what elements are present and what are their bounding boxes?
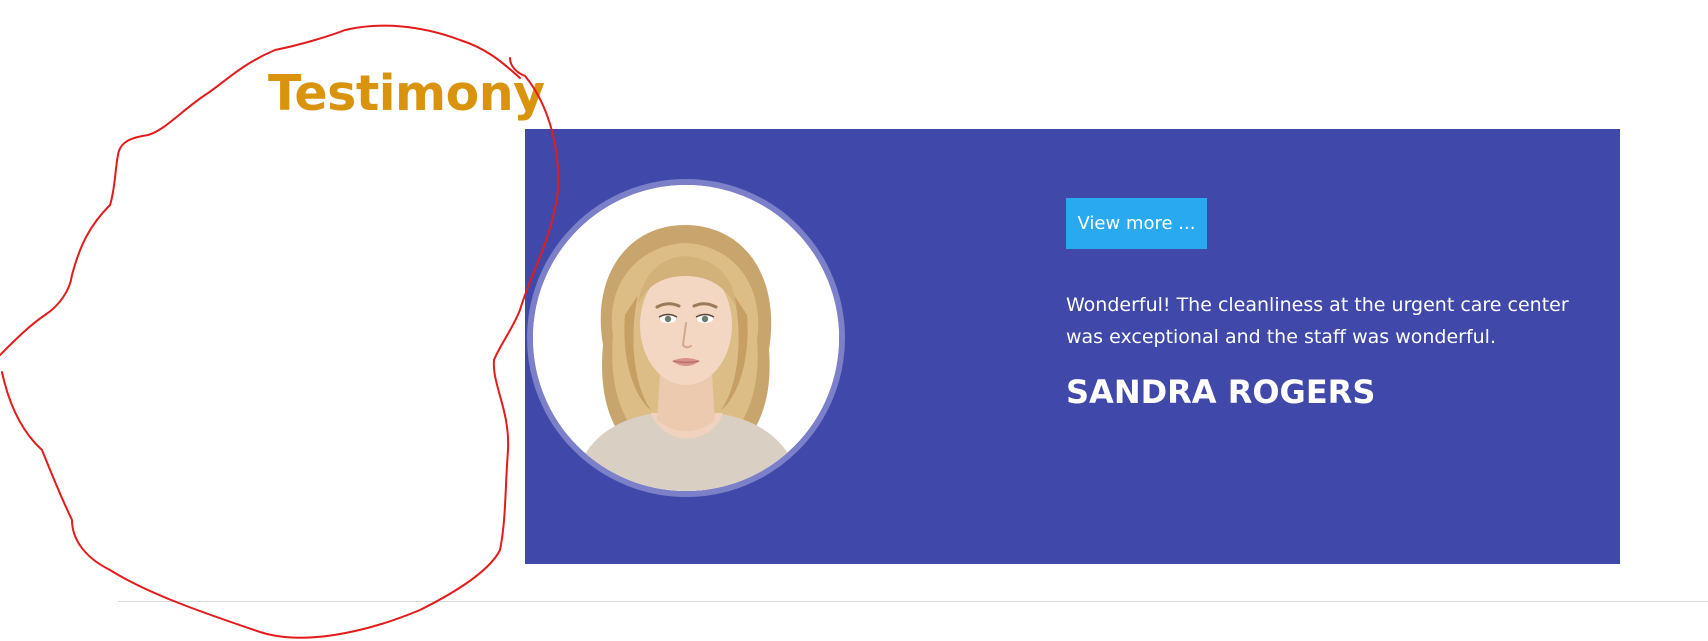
testimonial-card: View more ... Wonderful! The cleanliness…: [525, 129, 1620, 564]
view-more-button[interactable]: View more ...: [1066, 198, 1207, 249]
testimonial-quote: Wonderful! The cleanliness at the urgent…: [1066, 294, 1569, 348]
section-title: Testimony: [268, 65, 545, 122]
reviewer-name: SANDRA ROGERS: [1066, 373, 1376, 411]
reviewer-photo: [527, 179, 845, 497]
section-divider: [118, 601, 1708, 602]
